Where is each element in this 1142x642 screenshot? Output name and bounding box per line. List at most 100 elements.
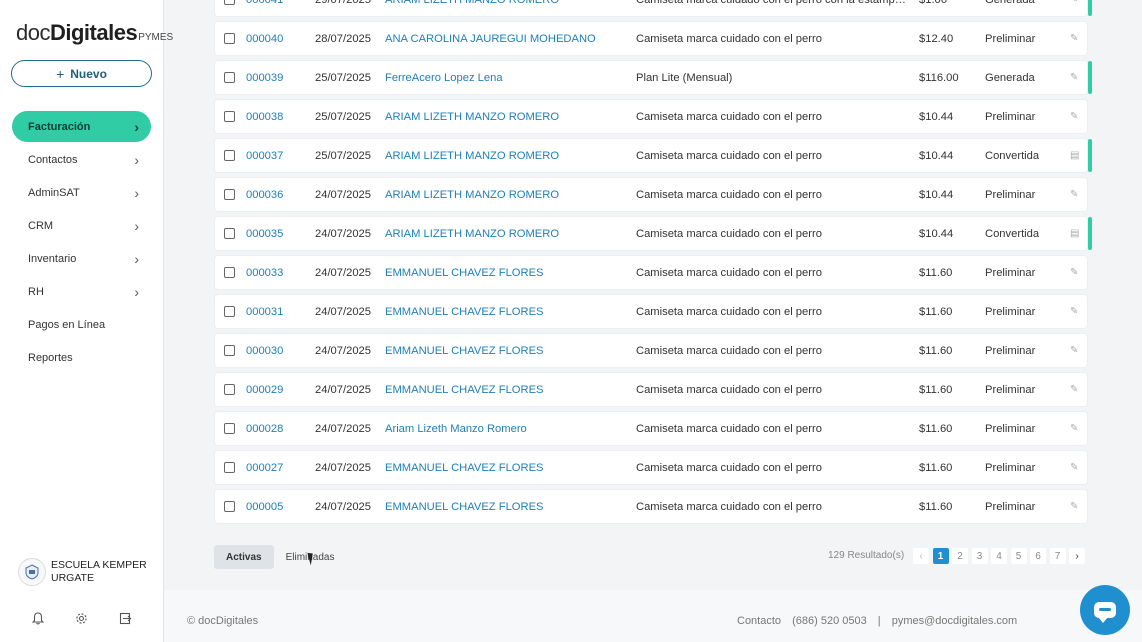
table-row[interactable]: 000041 29/07/2025 ARIAM LIZETH MANZO ROMER… [215,0,1092,16]
invoice-folio-link[interactable]: 000029 [246,384,283,396]
page-6-button[interactable]: 6 [1030,548,1046,564]
table-row[interactable]: 000040 28/07/2025 ANA CAROLINA JAUREGUI MO… [215,22,1087,55]
client-name-link[interactable]: EMMANUEL CHAVEZ FLORES [385,345,544,357]
table-row[interactable]: 000033 24/07/2025 EMMANUEL CHAVEZ FLORES Ca… [215,256,1087,289]
sidebar-item-label: RH [28,285,44,298]
row-status-indicator [1088,61,1092,94]
table-row[interactable]: 000036 24/07/2025 ARIAM LIZETH MANZO ROMER… [215,178,1087,211]
row-checkbox[interactable] [224,384,235,395]
edit-icon[interactable]: ✎ [1070,33,1078,44]
invoice-folio-link[interactable]: 000037 [246,150,283,162]
page-7-button[interactable]: 7 [1049,548,1066,564]
edit-icon[interactable]: ✎ [1070,501,1078,512]
client-name-link[interactable]: ARIAM LIZETH MANZO ROMERO [385,150,559,162]
page-1-button[interactable]: 1 [932,548,949,564]
table-row[interactable]: 000039 25/07/2025 FerreAcero Lopez Lena Pla… [215,61,1092,94]
sidebar-item-contactos[interactable]: Contactos › [12,144,151,175]
invoice-folio-link[interactable]: 000039 [246,72,283,84]
page-5-button[interactable]: 5 [1010,548,1027,564]
row-checkbox[interactable] [224,423,235,434]
sidebar-item-label: Reportes [28,351,73,364]
table-row[interactable]: 000005 24/07/2025 EMMANUEL CHAVEZ FLORES Ca… [215,490,1087,523]
table-row[interactable]: 000029 24/07/2025 EMMANUEL CHAVEZ FLORES Ca… [215,373,1087,406]
edit-icon[interactable]: ✎ [1070,72,1078,83]
table-row[interactable]: 000031 24/07/2025 EMMANUEL CHAVEZ FLORES Ca… [215,295,1087,328]
gear-icon[interactable] [75,612,88,628]
document-icon[interactable]: ▤ [1070,150,1079,161]
logout-icon[interactable] [119,612,132,628]
row-checkbox[interactable] [224,189,235,200]
client-name-link[interactable]: ANA CAROLINA JAUREGUI MOHEDANO [385,33,596,45]
table-row[interactable]: 000027 24/07/2025 EMMANUEL CHAVEZ FLORES Ca… [215,451,1087,484]
sidebar-item-crm[interactable]: CRM › [12,210,151,241]
client-name-link[interactable]: EMMANUEL CHAVEZ FLORES [385,462,544,474]
invoice-folio-link[interactable]: 000031 [246,306,283,318]
edit-icon[interactable]: ✎ [1070,384,1078,395]
sidebar-item-inventario[interactable]: Inventario › [12,243,151,274]
invoice-folio-link[interactable]: 000027 [246,462,283,474]
client-name-link[interactable]: ARIAM LIZETH MANZO ROMERO [385,189,559,201]
row-checkbox[interactable] [224,150,235,161]
row-checkbox[interactable] [224,267,235,278]
invoice-folio-link[interactable]: 000005 [246,501,283,513]
edit-icon[interactable]: ✎ [1070,267,1078,278]
contact-label[interactable]: Contacto [737,615,781,627]
chat-button[interactable] [1080,585,1130,635]
row-checkbox[interactable] [224,0,235,5]
row-checkbox[interactable] [224,228,235,239]
edit-icon[interactable]: ✎ [1070,189,1078,200]
tab-activas[interactable]: Activas [214,545,274,569]
invoice-folio-link[interactable]: 000030 [246,345,283,357]
page-4-button[interactable]: 4 [991,548,1007,564]
edit-icon[interactable]: ✎ [1070,462,1078,473]
prev-page-button[interactable]: ‹ [913,548,929,564]
sidebar-item-rh[interactable]: RH › [12,276,151,307]
client-name-link[interactable]: EMMANUEL CHAVEZ FLORES [385,384,544,396]
row-checkbox[interactable] [224,111,235,122]
invoice-folio-link[interactable]: 000040 [246,33,283,45]
client-name-link[interactable]: ARIAM LIZETH MANZO ROMERO [385,0,559,6]
bell-icon[interactable] [31,612,44,628]
invoice-folio-link[interactable]: 000041 [246,0,283,6]
new-button[interactable]: + Nuevo [11,60,152,87]
sidebar-item-adminsat[interactable]: AdminSAT › [12,177,151,208]
table-row[interactable]: 000028 24/07/2025 Ariam Lizeth Manzo Romer… [215,412,1087,445]
client-name-link[interactable]: ARIAM LIZETH MANZO ROMERO [385,111,559,123]
row-checkbox[interactable] [224,72,235,83]
company-selector[interactable]: ESCUELA KEMPER URGATE [18,558,158,586]
document-icon[interactable]: ▤ [1070,228,1079,239]
client-name-link[interactable]: EMMANUEL CHAVEZ FLORES [385,501,544,513]
client-name-link[interactable]: FerreAcero Lopez Lena [385,72,503,84]
client-name-link[interactable]: EMMANUEL CHAVEZ FLORES [385,306,544,318]
row-checkbox[interactable] [224,501,235,512]
edit-icon[interactable]: ✎ [1070,111,1078,122]
invoice-folio-link[interactable]: 000033 [246,267,283,279]
contact-email[interactable]: pymes@docdigitales.com [892,615,1018,627]
edit-icon[interactable]: ✎ [1070,423,1078,434]
row-checkbox[interactable] [224,462,235,473]
next-page-button[interactable]: › [1069,548,1085,564]
row-checkbox[interactable] [224,33,235,44]
invoice-folio-link[interactable]: 000036 [246,189,283,201]
row-checkbox[interactable] [224,306,235,317]
invoice-folio-link[interactable]: 000028 [246,423,283,435]
edit-icon[interactable]: ✎ [1070,306,1078,317]
sidebar-item-reportes[interactable]: Reportes [12,342,151,373]
sidebar-item-facturación[interactable]: Facturación › [12,111,151,142]
sidebar-item-pagos-en-línea[interactable]: Pagos en Línea [12,309,151,340]
table-row[interactable]: 000030 24/07/2025 EMMANUEL CHAVEZ FLORES Ca… [215,334,1087,367]
logo[interactable]: docDigitalesPYMES [16,20,173,46]
table-row[interactable]: 000038 25/07/2025 ARIAM LIZETH MANZO ROMER… [215,100,1087,133]
table-row[interactable]: 000035 24/07/2025 ARIAM LIZETH MANZO ROMER… [215,217,1092,250]
client-name-link[interactable]: ARIAM LIZETH MANZO ROMERO [385,228,559,240]
invoice-folio-link[interactable]: 000038 [246,111,283,123]
client-name-link[interactable]: Ariam Lizeth Manzo Romero [385,423,527,435]
client-name-link[interactable]: EMMANUEL CHAVEZ FLORES [385,267,544,279]
edit-icon[interactable]: ✎ [1070,345,1078,356]
row-checkbox[interactable] [224,345,235,356]
table-row[interactable]: 000037 25/07/2025 ARIAM LIZETH MANZO ROMER… [215,139,1092,172]
page-2-button[interactable]: 2 [952,548,968,564]
edit-icon[interactable]: ✎ [1070,0,1078,5]
invoice-folio-link[interactable]: 000035 [246,228,283,240]
page-3-button[interactable]: 3 [971,548,988,564]
